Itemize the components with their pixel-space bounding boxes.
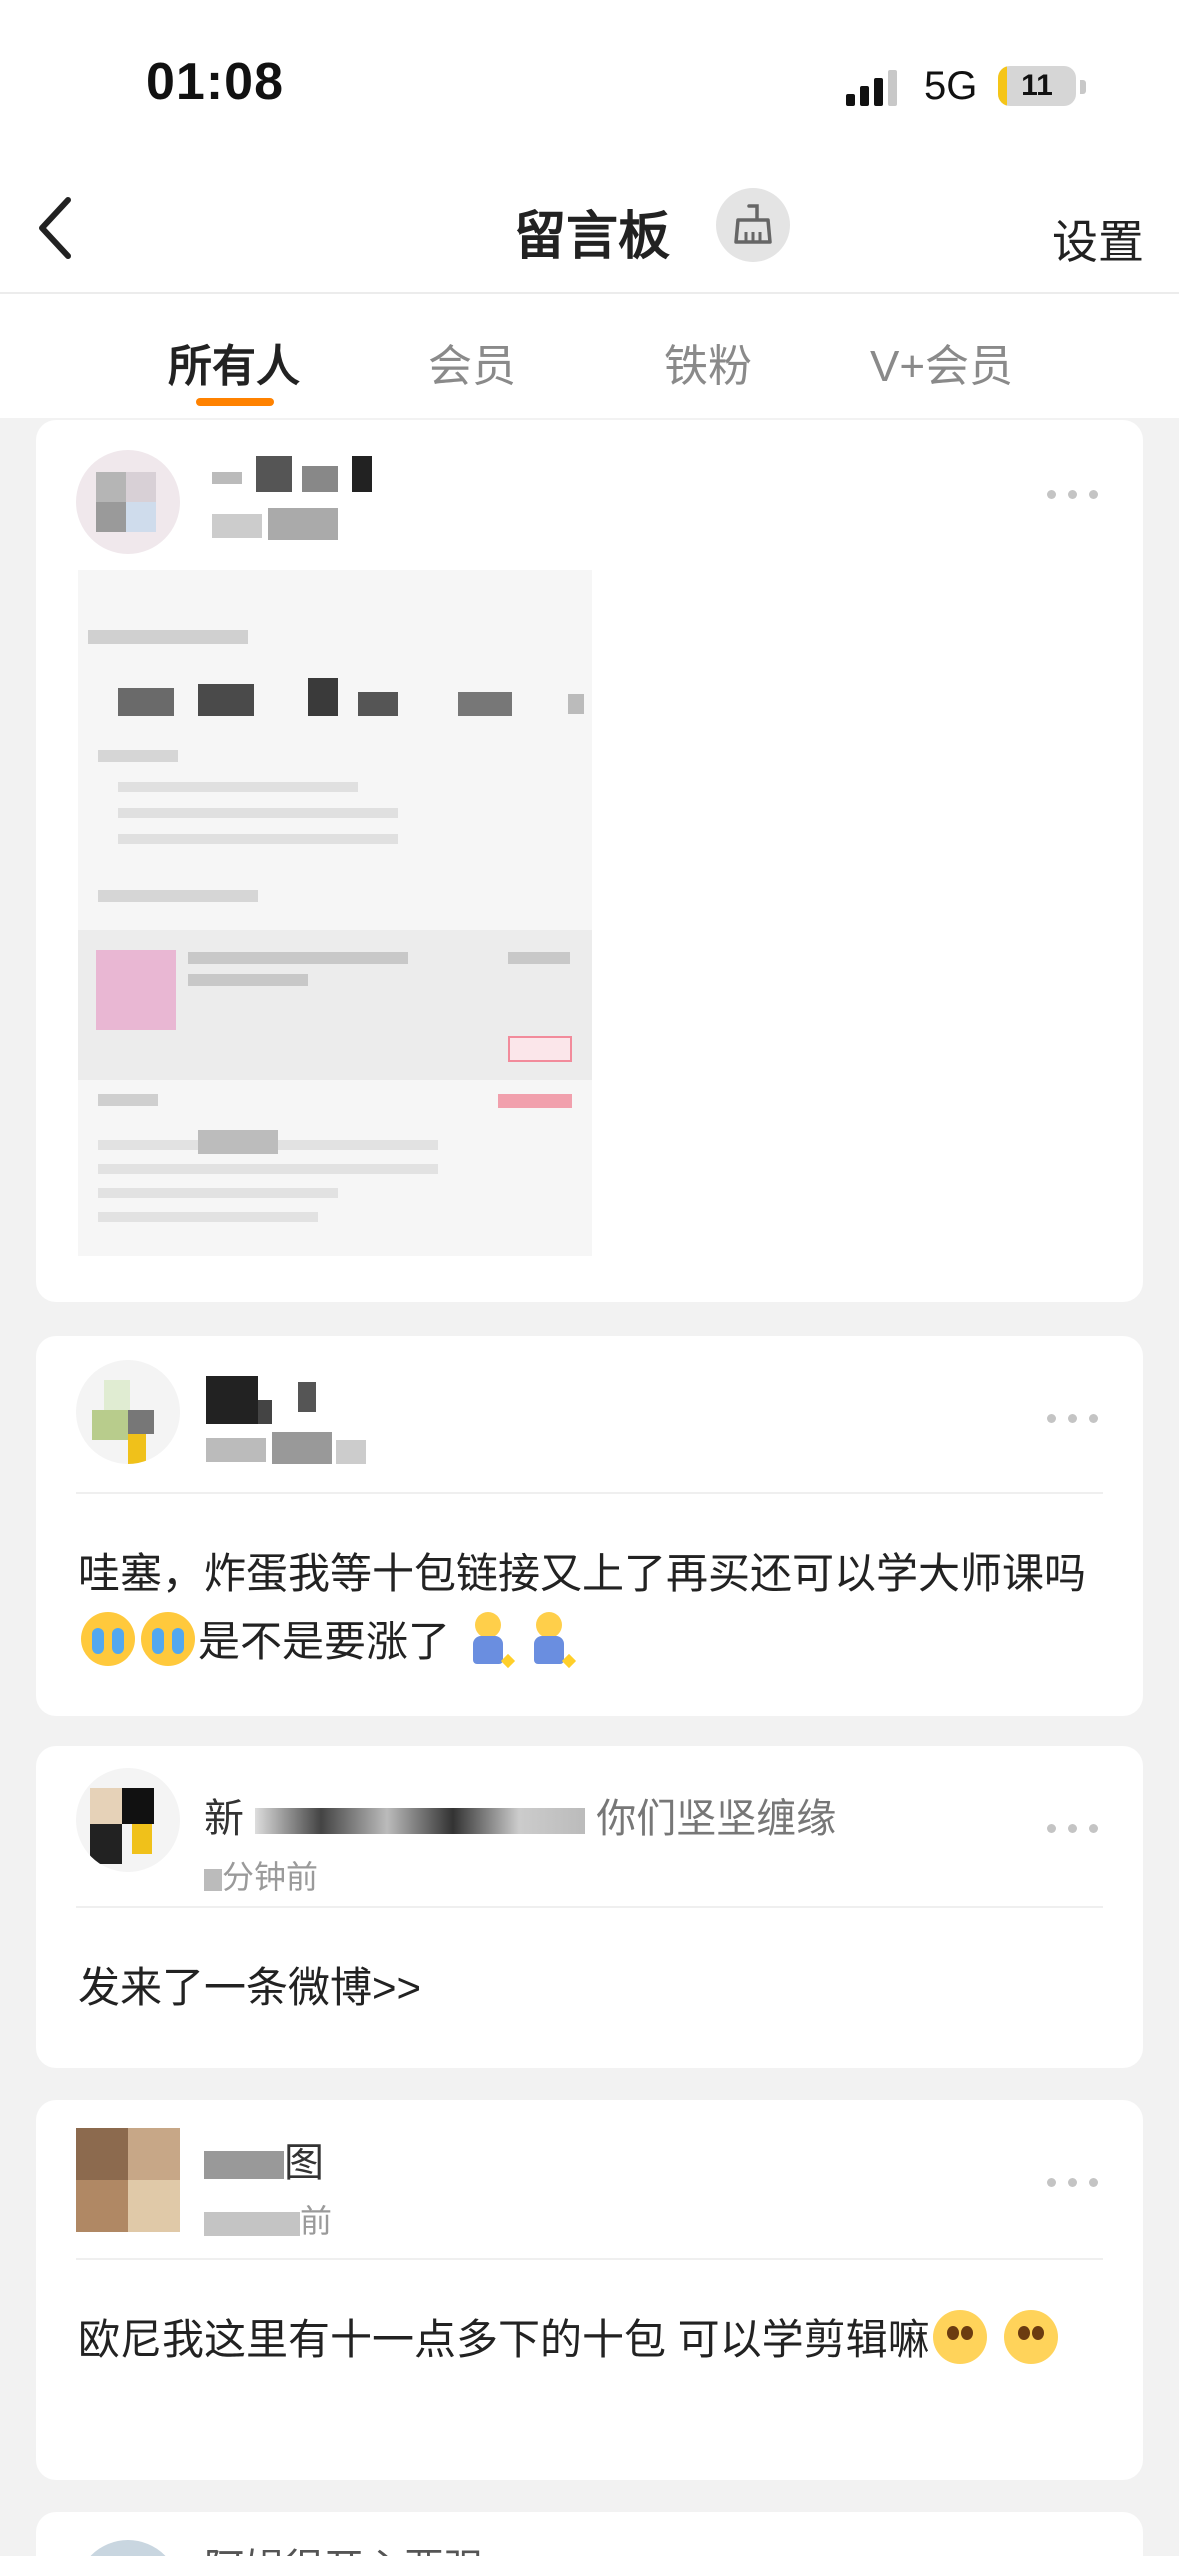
battery-icon: 11	[998, 66, 1076, 106]
avatar[interactable]	[76, 2128, 180, 2232]
post-text[interactable]: 发来了一条微博>>	[78, 1954, 1103, 2022]
broom-button[interactable]	[716, 188, 790, 262]
post-text-line: 哇塞，炸蛋我等十包链接又上了再买还可以学大师课吗	[78, 1550, 1087, 1597]
post-card[interactable]: 新 你们坚坚缠缘 分钟前 发来了一条微博>>	[36, 1746, 1143, 2068]
battery-level: 11	[1021, 69, 1053, 102]
username-blur	[204, 2151, 284, 2180]
timestamp-text: 分钟前	[222, 1859, 319, 1895]
post-text-line: 欧尼我这里有十一点多下的十包 可以学剪辑嘛	[78, 2316, 930, 2363]
tab-all[interactable]: 所有人	[168, 330, 300, 394]
avatar[interactable]	[76, 450, 180, 554]
post-card[interactable]: 阿娟很开心要强	[36, 2512, 1143, 2556]
page-title: 留言板	[514, 208, 671, 266]
post-card[interactable]	[36, 420, 1143, 1302]
timestamp: 前	[204, 2196, 332, 2242]
battery-tip	[1080, 80, 1086, 94]
timestamp-text: 前	[300, 2203, 333, 2239]
divider	[76, 1906, 1103, 1908]
crying-face-icon	[81, 1612, 135, 1666]
more-options-icon[interactable]	[1043, 2170, 1103, 2194]
username-text: 新	[204, 1797, 244, 1841]
status-bar: 01:08 5G 11	[0, 0, 1179, 160]
divider	[76, 2258, 1103, 2260]
active-tab-indicator	[196, 398, 274, 406]
signal-icon	[846, 70, 897, 106]
username[interactable]	[206, 1376, 336, 1424]
back-icon[interactable]	[24, 190, 100, 266]
timestamp	[212, 508, 342, 542]
post-card[interactable]: 哇塞，炸蛋我等十包链接又上了再买还可以学大师课吗是不是要涨了	[36, 1336, 1143, 1716]
network-type: 5G	[924, 64, 978, 108]
timestamp	[206, 1432, 376, 1466]
post-card[interactable]: 图 前 欧尼我这里有十一点多下的十包 可以学剪辑嘛	[36, 2100, 1143, 2480]
post-text-tail: 是不是要涨了	[198, 1618, 451, 1665]
tab-vplus-members[interactable]: V+会员	[870, 330, 1013, 394]
avatar[interactable]	[76, 2540, 180, 2556]
avatar[interactable]	[76, 1360, 180, 1464]
username-blur	[255, 1808, 586, 1835]
username[interactable]: 新 你们坚坚缠缘	[204, 1786, 836, 1844]
pleading-face-icon	[932, 2310, 987, 2364]
username[interactable]: 图	[204, 2130, 324, 2188]
username-tail-text: 你们坚坚缠缘	[596, 1797, 837, 1841]
more-options-icon[interactable]	[1043, 482, 1103, 506]
begging-emoji-icon	[526, 1612, 577, 1669]
avatar[interactable]	[76, 1768, 180, 1872]
post-image[interactable]	[78, 570, 592, 1256]
timestamp: 分钟前	[204, 1852, 318, 1898]
status-time: 01:08	[146, 53, 284, 111]
nav-bar: 留言板 设置	[0, 160, 1179, 294]
pleading-face-icon	[1004, 2310, 1059, 2364]
divider	[76, 1492, 1103, 1494]
more-options-icon[interactable]	[1043, 1816, 1103, 1840]
begging-emoji-icon	[465, 1612, 515, 1669]
post-text: 欧尼我这里有十一点多下的十包 可以学剪辑嘛	[78, 2306, 1103, 2374]
tab-members[interactable]: 会员	[428, 330, 516, 394]
tab-iron-fans[interactable]: 铁粉	[664, 330, 752, 394]
username[interactable]: 阿娟很开心要强	[204, 2536, 484, 2556]
broom-icon	[734, 204, 772, 244]
settings-button[interactable]: 设置	[1052, 206, 1144, 272]
crying-face-icon	[141, 1612, 195, 1666]
post-text: 哇塞，炸蛋我等十包链接又上了再买还可以学大师课吗是不是要涨了	[78, 1540, 1103, 1676]
username[interactable]	[212, 456, 392, 492]
username-text: 图	[284, 2141, 324, 2185]
tab-bar: 所有人 会员 铁粉 V+会员	[0, 294, 1179, 418]
more-options-icon[interactable]	[1043, 1406, 1103, 1430]
